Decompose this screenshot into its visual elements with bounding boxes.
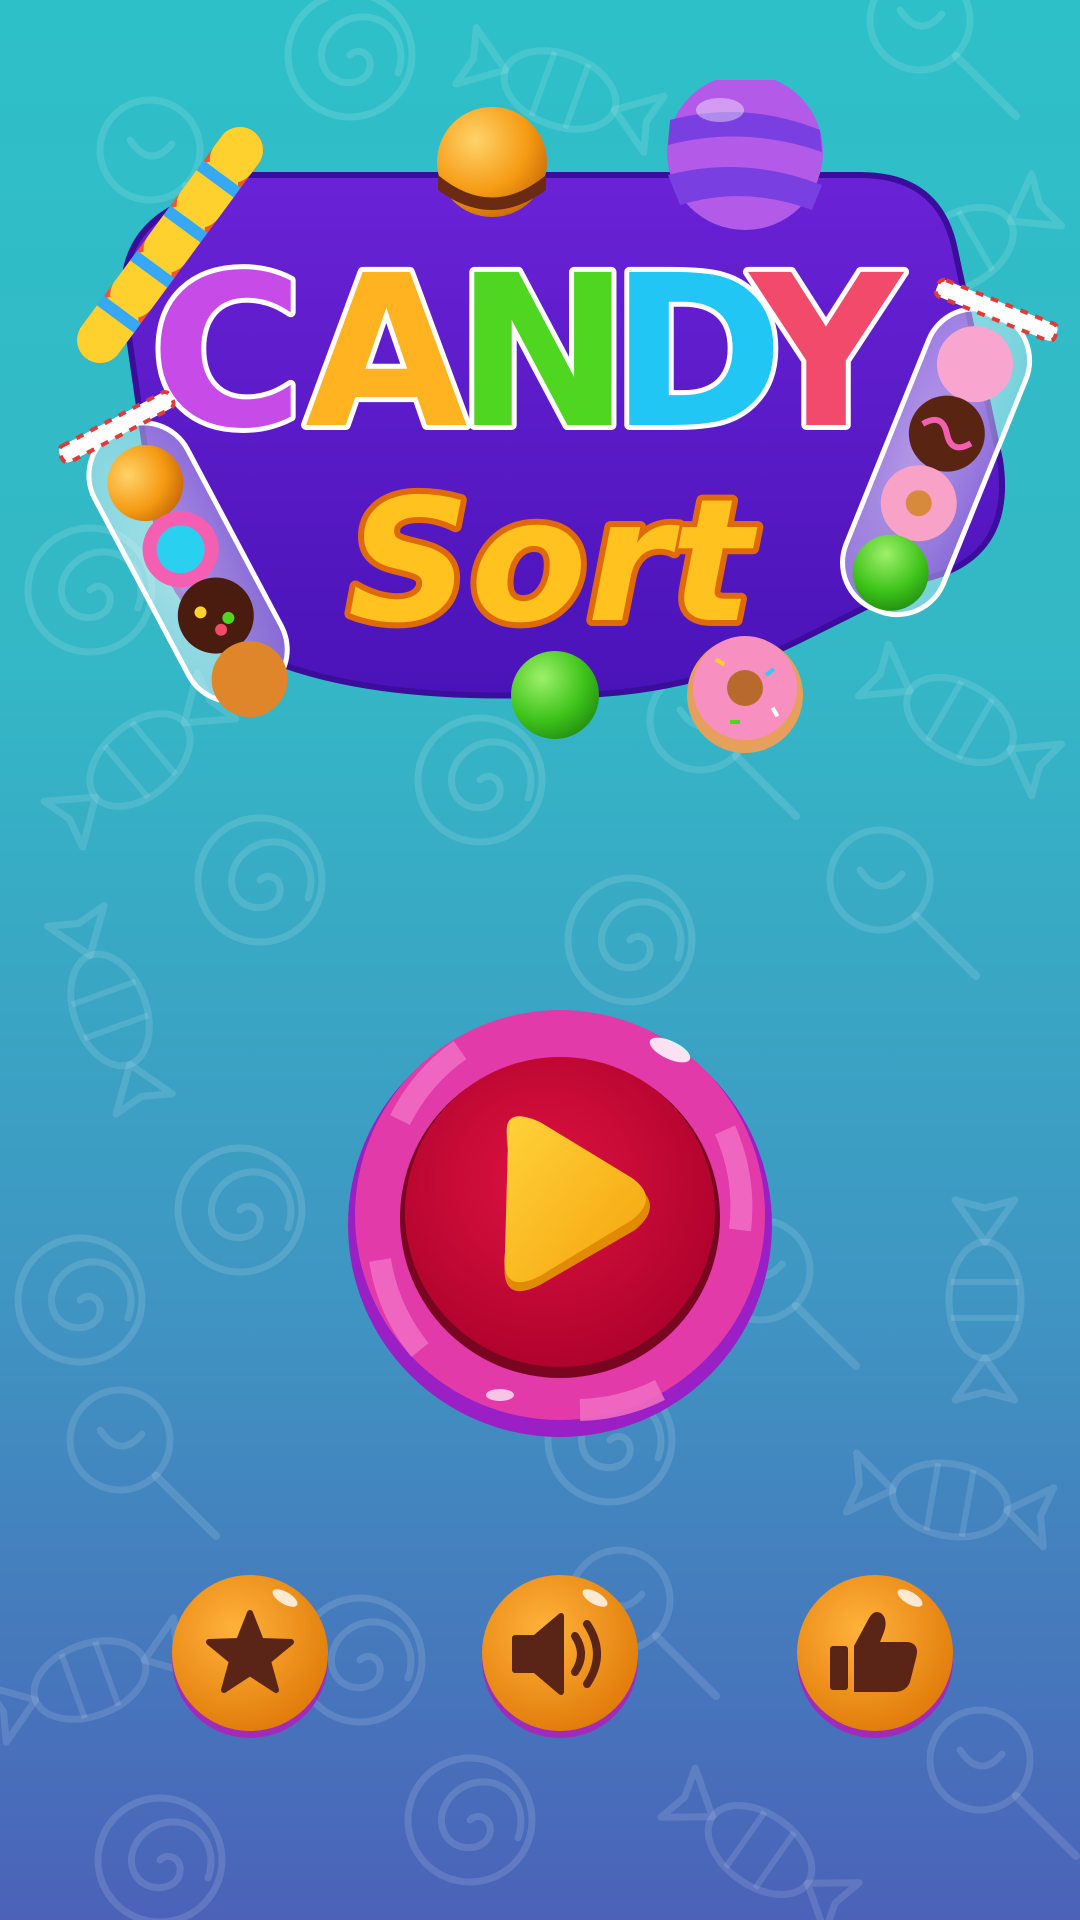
game-logo: C A N D Y Sort (40, 80, 1060, 780)
play-button[interactable] (340, 1000, 780, 1440)
like-button[interactable] (790, 1570, 960, 1740)
green-ball-decoration (511, 651, 599, 739)
sound-button[interactable] (475, 1570, 645, 1740)
logo-letter-y: Y (747, 230, 905, 475)
striped-ball-decoration (667, 80, 823, 230)
rate-button[interactable] (165, 1570, 335, 1740)
logo-title: C A N D Y (145, 225, 910, 480)
logo-letter-a: A (305, 230, 468, 475)
logo-subtitle: Sort (348, 463, 758, 661)
logo-letter-n: N (455, 230, 631, 475)
main-menu-screen: C A N D Y Sort (0, 0, 1080, 1920)
